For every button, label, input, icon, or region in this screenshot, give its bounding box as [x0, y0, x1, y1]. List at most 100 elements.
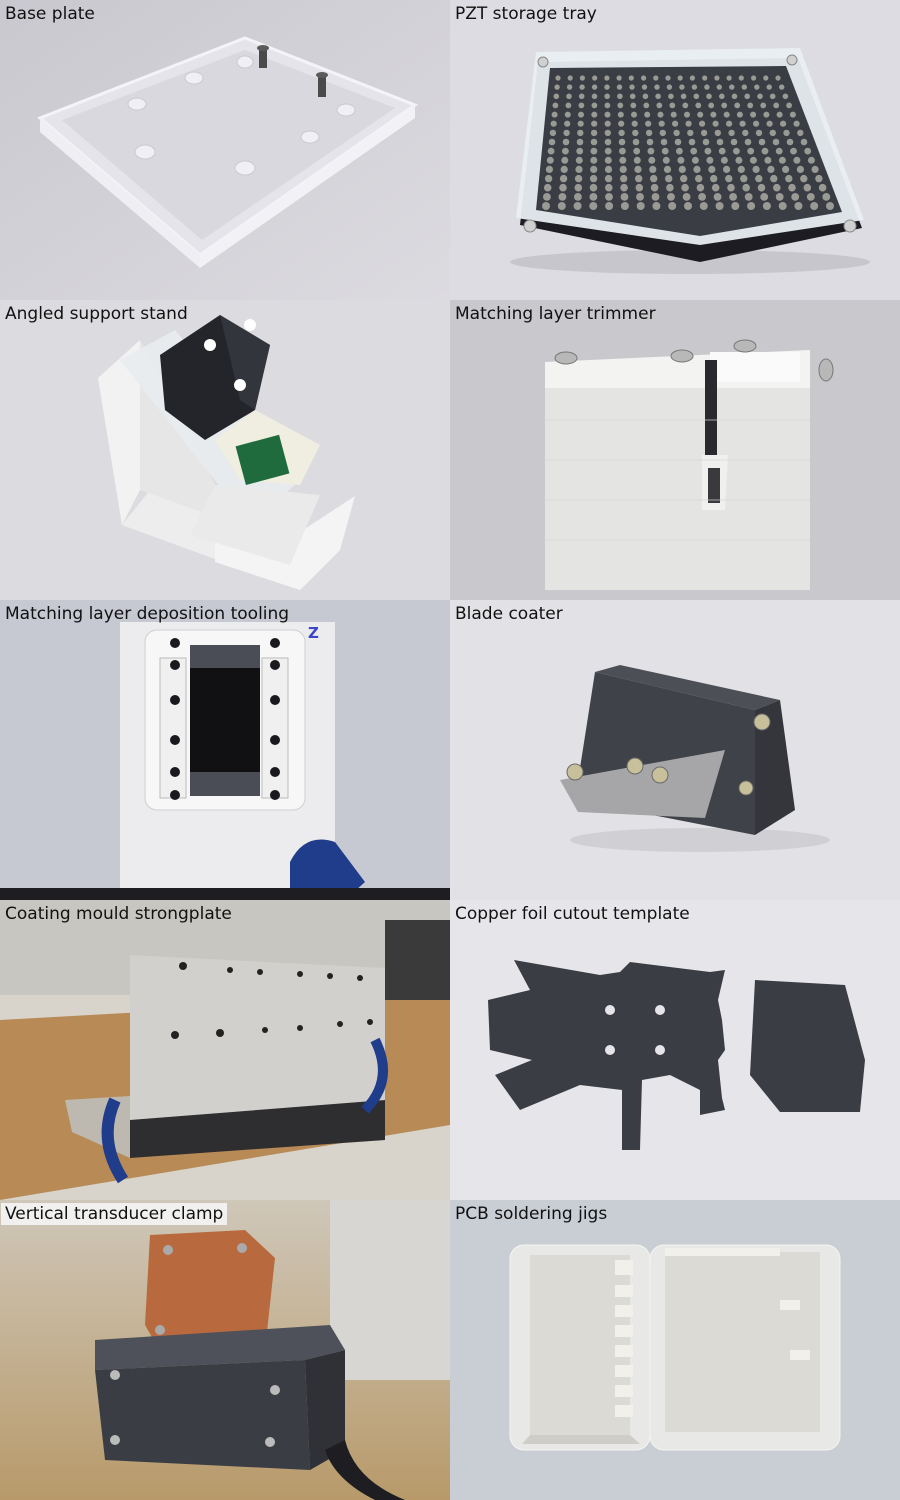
panel-caption: Base plate — [5, 4, 95, 24]
tray-hole — [740, 174, 748, 183]
tray-hole — [575, 165, 583, 173]
tray-hole — [744, 138, 752, 146]
tray-hole — [620, 183, 628, 192]
tray-hole — [764, 156, 772, 164]
tray-hole — [702, 75, 708, 81]
tray-hole — [618, 129, 625, 137]
tray-hole — [667, 193, 675, 201]
tray-hole — [617, 102, 624, 109]
tray-hole — [729, 84, 735, 90]
angled-support-stand-photo — [0, 300, 450, 600]
tray-hole — [564, 111, 571, 118]
tray-hole — [766, 120, 773, 127]
tray-hole — [793, 120, 800, 127]
tray-hole — [604, 111, 611, 118]
tray-hole — [681, 183, 689, 192]
tray-hole — [668, 93, 674, 100]
tray-hole — [651, 193, 660, 201]
panel-matching-layer-deposition-tooling: Z Matching layer deposition tooling — [0, 600, 450, 900]
tray-hole — [548, 138, 556, 146]
tray-hole — [579, 84, 585, 90]
tray-hole — [767, 165, 775, 173]
tray-hole — [773, 183, 781, 192]
tray-hole — [679, 84, 685, 90]
tray-hole — [649, 165, 657, 173]
tray-hole — [619, 147, 626, 155]
tray-hole — [552, 102, 559, 109]
tray-hole — [710, 111, 717, 118]
tray-hole — [589, 174, 598, 183]
tray-hole — [800, 138, 808, 146]
tray-hole — [712, 120, 719, 127]
tray-hole — [737, 165, 745, 173]
tray-hole — [592, 75, 598, 81]
tray-hole — [695, 174, 703, 183]
tray-hole — [604, 138, 612, 146]
base-plate-photo — [0, 0, 450, 300]
panel-caption: PCB soldering jigs — [455, 1204, 608, 1224]
tray-hole — [574, 193, 582, 201]
tray-hole — [690, 147, 698, 155]
tray-hole — [755, 129, 763, 137]
panel-caption: PZT storage tray — [455, 4, 597, 24]
tray-hole — [574, 183, 583, 192]
tray-hole — [763, 111, 770, 118]
tray-hole — [590, 147, 598, 155]
tray-hole — [590, 165, 598, 173]
tray-hole — [744, 193, 753, 201]
tray-hole — [550, 120, 557, 127]
tray-hole — [677, 75, 683, 81]
tray-hole — [680, 174, 688, 183]
tray-hole — [619, 165, 627, 173]
tray-hole — [697, 111, 704, 118]
tray-hole — [791, 193, 800, 201]
tray-hole — [654, 84, 660, 90]
tray-hole — [656, 102, 663, 109]
tray-hole — [676, 147, 683, 155]
tray-hole — [786, 138, 794, 146]
tray-hole — [725, 174, 733, 183]
tray-hole — [788, 183, 796, 192]
tray-hole — [605, 193, 613, 201]
tray-hole — [772, 138, 780, 146]
tray-hole — [652, 202, 661, 210]
tray-hole — [645, 120, 652, 127]
tray-hole — [674, 138, 682, 146]
tray-hole — [727, 183, 735, 192]
tray-hole — [806, 193, 815, 201]
tray-hole — [682, 193, 691, 201]
tray-hole — [648, 156, 656, 164]
tray-hole — [800, 174, 808, 183]
tray-hole — [604, 174, 613, 183]
tray-hole — [559, 183, 567, 192]
tray-hole — [604, 129, 611, 137]
tray-hole — [653, 75, 659, 81]
tray-hole — [668, 202, 677, 210]
tray-hole — [616, 75, 622, 81]
tray-hole — [567, 75, 573, 81]
tray-hole — [543, 193, 551, 201]
coating-mould-strongplate-photo — [0, 900, 450, 1200]
tray-hole — [604, 165, 613, 173]
panel-caption: Angled support stand — [5, 304, 188, 324]
tray-hole — [561, 156, 569, 164]
tray-hole — [573, 202, 582, 210]
panel-vertical-transducer-clamp: Vertical transducer clamp — [0, 1200, 450, 1500]
tray-hole — [543, 183, 552, 192]
tray-hole — [760, 193, 769, 201]
tray-hole — [669, 102, 676, 109]
tray-hole — [542, 202, 550, 210]
tray-hole — [604, 147, 612, 155]
panel-copper-foil-cutout-template: Copper foil cutout template — [450, 900, 900, 1200]
tray-hole — [657, 111, 664, 118]
tray-hole — [735, 156, 743, 164]
tray-hole — [645, 129, 653, 137]
tray-hole — [720, 156, 728, 164]
tray-hole — [591, 111, 598, 118]
tray-hole — [605, 202, 614, 210]
tray-hole — [617, 111, 624, 118]
tray-hole — [577, 120, 584, 127]
tray-hole — [752, 165, 760, 173]
tray-hole — [659, 129, 666, 137]
tray-hole — [714, 129, 721, 137]
